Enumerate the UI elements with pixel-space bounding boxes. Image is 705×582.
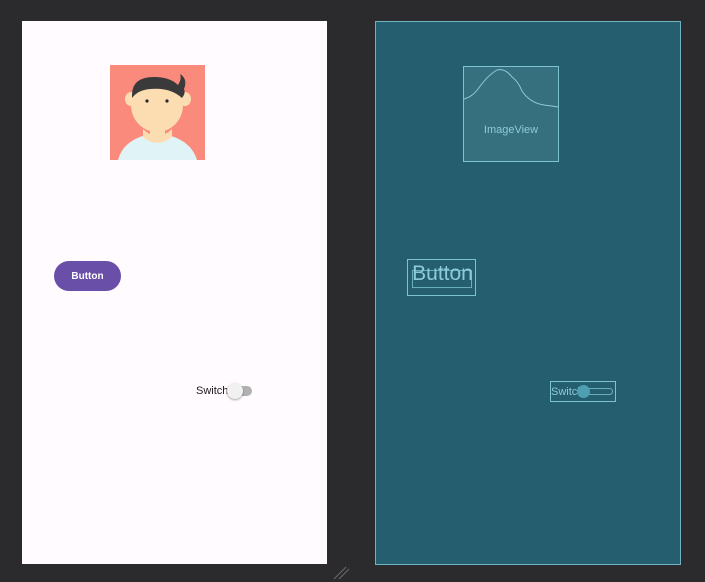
image-placeholder-icon	[464, 69, 558, 108]
switch-track[interactable]	[227, 383, 253, 399]
blueprint-switch[interactable]: Switch	[550, 381, 616, 402]
design-view-surface: Button Switch	[22, 21, 327, 564]
blueprint-switch-thumb	[577, 385, 590, 398]
blueprint-button[interactable]: Button	[407, 259, 476, 296]
blueprint-image-view[interactable]: ImageView	[463, 66, 559, 162]
resize-handle-icon[interactable]	[332, 566, 350, 580]
person-icon	[118, 74, 197, 160]
switch-toggle[interactable]: Switch	[196, 383, 258, 399]
blueprint-view-surface: ImageView Button Switch	[375, 21, 681, 565]
image-view-label: ImageView	[483, 124, 539, 136]
switch-thumb[interactable]	[227, 383, 244, 399]
avatar-image[interactable]	[110, 65, 205, 160]
switch-label: Switch	[196, 385, 229, 397]
blueprint-button-label: Button	[412, 262, 473, 285]
primary-button[interactable]: Button	[54, 261, 121, 291]
